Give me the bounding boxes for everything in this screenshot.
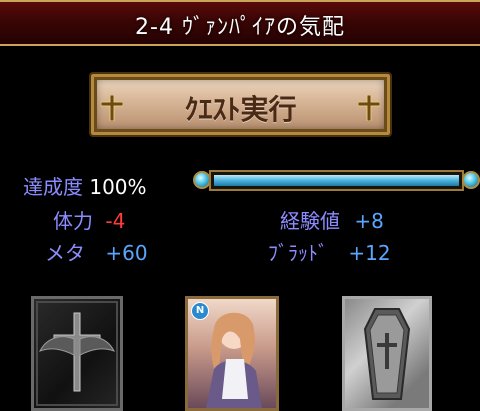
achievement-gauge: [193, 167, 480, 194]
quest-title-bar: 2-4 ｳﾞｧﾝﾊﾟｲｱの気配: [0, 0, 480, 46]
meta-value: +60: [105, 241, 148, 265]
coffin-card[interactable]: [342, 296, 432, 411]
gauge-fill: [214, 175, 459, 186]
exp-label: 経験値: [280, 209, 340, 233]
gem-right-icon: [462, 171, 480, 189]
execute-quest-label: ｸｴｽﾄ実行: [184, 93, 297, 126]
exp-stat: 経験値 +8: [280, 205, 384, 234]
meta-stat: メタ +60: [45, 237, 148, 266]
character-portrait-icon: [206, 312, 262, 408]
gold-cross-icon: [358, 95, 380, 121]
execute-quest-button[interactable]: ｸｴｽﾄ実行: [89, 72, 392, 137]
card-back[interactable]: [31, 296, 123, 411]
winged-cross-icon: [36, 301, 118, 406]
achievement-label: 達成度: [23, 175, 83, 199]
coffin-icon: [363, 308, 411, 400]
stamina-value: -4: [105, 209, 126, 233]
blood-value: +12: [348, 241, 391, 265]
stamina-label: 体力: [53, 209, 93, 233]
achievement-value: 100%: [89, 175, 147, 199]
gauge-frame: [209, 170, 464, 191]
character-card[interactable]: N: [185, 296, 279, 411]
achievement-stat: 達成度 100%: [23, 171, 147, 200]
exp-value: +8: [354, 209, 384, 233]
blood-stat: ﾌﾞﾗｯﾄﾞ +12: [268, 237, 391, 266]
stamina-stat: 体力 -4: [53, 205, 125, 234]
meta-label: メタ: [45, 241, 85, 265]
blood-label: ﾌﾞﾗｯﾄﾞ: [268, 241, 328, 265]
quest-title: 2-4 ｳﾞｧﾝﾊﾟｲｱの気配: [135, 15, 345, 40]
